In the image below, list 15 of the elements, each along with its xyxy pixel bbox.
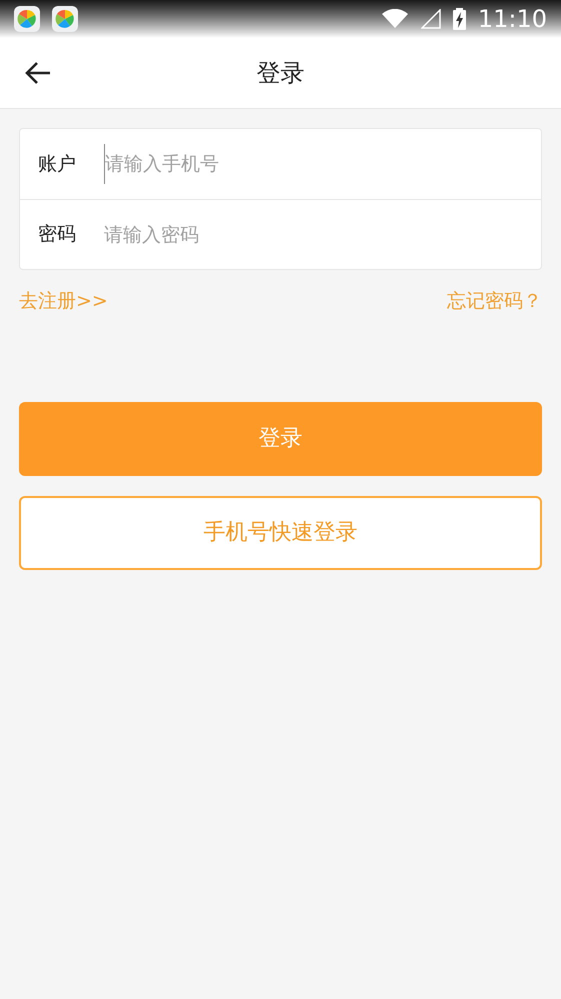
battery-icon [452,8,466,30]
wifi-icon [380,9,409,29]
register-link[interactable]: 去注册>> [19,287,108,316]
field-label: 密码 [38,222,77,248]
app-icon [52,6,78,32]
input-field[interactable]: 请输入手机号 [104,144,523,184]
status-time: 11:10 [478,7,547,31]
field-label: 账户 [38,152,77,177]
app-icon [14,6,40,32]
quick-login-button[interactable]: 手机号快速登录 [19,496,542,570]
page-title: 登录 [256,58,304,89]
signal-icon [420,9,441,29]
input-field[interactable]: 请输入密码 [104,214,523,254]
login-button[interactable]: 登录 [19,402,542,476]
forgot-password-link[interactable]: 忘记密码？ [447,287,542,316]
